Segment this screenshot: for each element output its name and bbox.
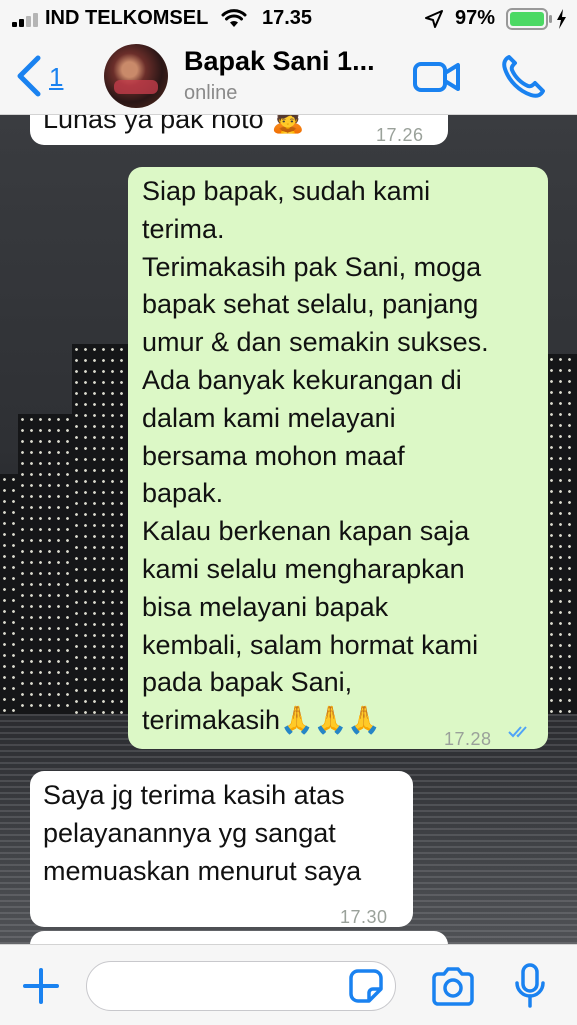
outgoing-message[interactable]: Siap bapak, sudah kami terima. Terimakas… (128, 167, 548, 749)
plus-icon (23, 968, 59, 1004)
contact-status: online (184, 82, 238, 104)
camera-icon (432, 967, 474, 1006)
message-time: 17.28 (444, 729, 492, 749)
read-receipt-icon (508, 726, 527, 738)
battery-charging-icon (506, 8, 566, 30)
battery-percentage: 97% (455, 7, 496, 29)
message-input-bar (0, 944, 577, 1025)
message-text: Siap bapak, sudah kami terima. Terimakas… (142, 176, 489, 736)
video-camera-icon (413, 62, 460, 92)
message-input[interactable] (86, 961, 396, 1011)
back-button[interactable]: 1 (14, 54, 64, 98)
clock: 17.35 (262, 7, 313, 29)
carrier-name: IND TELKOMSEL (45, 7, 209, 29)
voice-message-button[interactable] (514, 963, 546, 1009)
chat-header: 1 Bapak Sani 1... online (0, 38, 577, 115)
sticker-icon (349, 969, 383, 1003)
contact-avatar[interactable] (104, 44, 168, 108)
incoming-message[interactable]: Saya jg terima kasih atas pelayanannya y… (30, 771, 413, 927)
sticker-button[interactable] (349, 969, 383, 1003)
camera-button[interactable] (430, 967, 476, 1007)
contact-name[interactable]: Bapak Sani 1... (184, 46, 375, 77)
attach-button[interactable] (22, 967, 60, 1005)
message-text: Saya jg terima kasih atas pelayanannya y… (43, 780, 362, 886)
status-bar: IND TELKOMSEL 17.35 97% (0, 0, 577, 38)
video-call-button[interactable] (413, 60, 461, 94)
chevron-left-icon (17, 55, 41, 97)
microphone-icon (515, 963, 545, 1008)
signal-strength-icon (12, 11, 42, 27)
wifi-icon (221, 9, 247, 27)
phone-icon (502, 55, 545, 98)
voice-call-button[interactable] (500, 54, 546, 98)
message-time: 17.26 (376, 125, 424, 145)
location-arrow-icon (425, 10, 443, 28)
unread-chats-count: 1 (49, 62, 64, 92)
